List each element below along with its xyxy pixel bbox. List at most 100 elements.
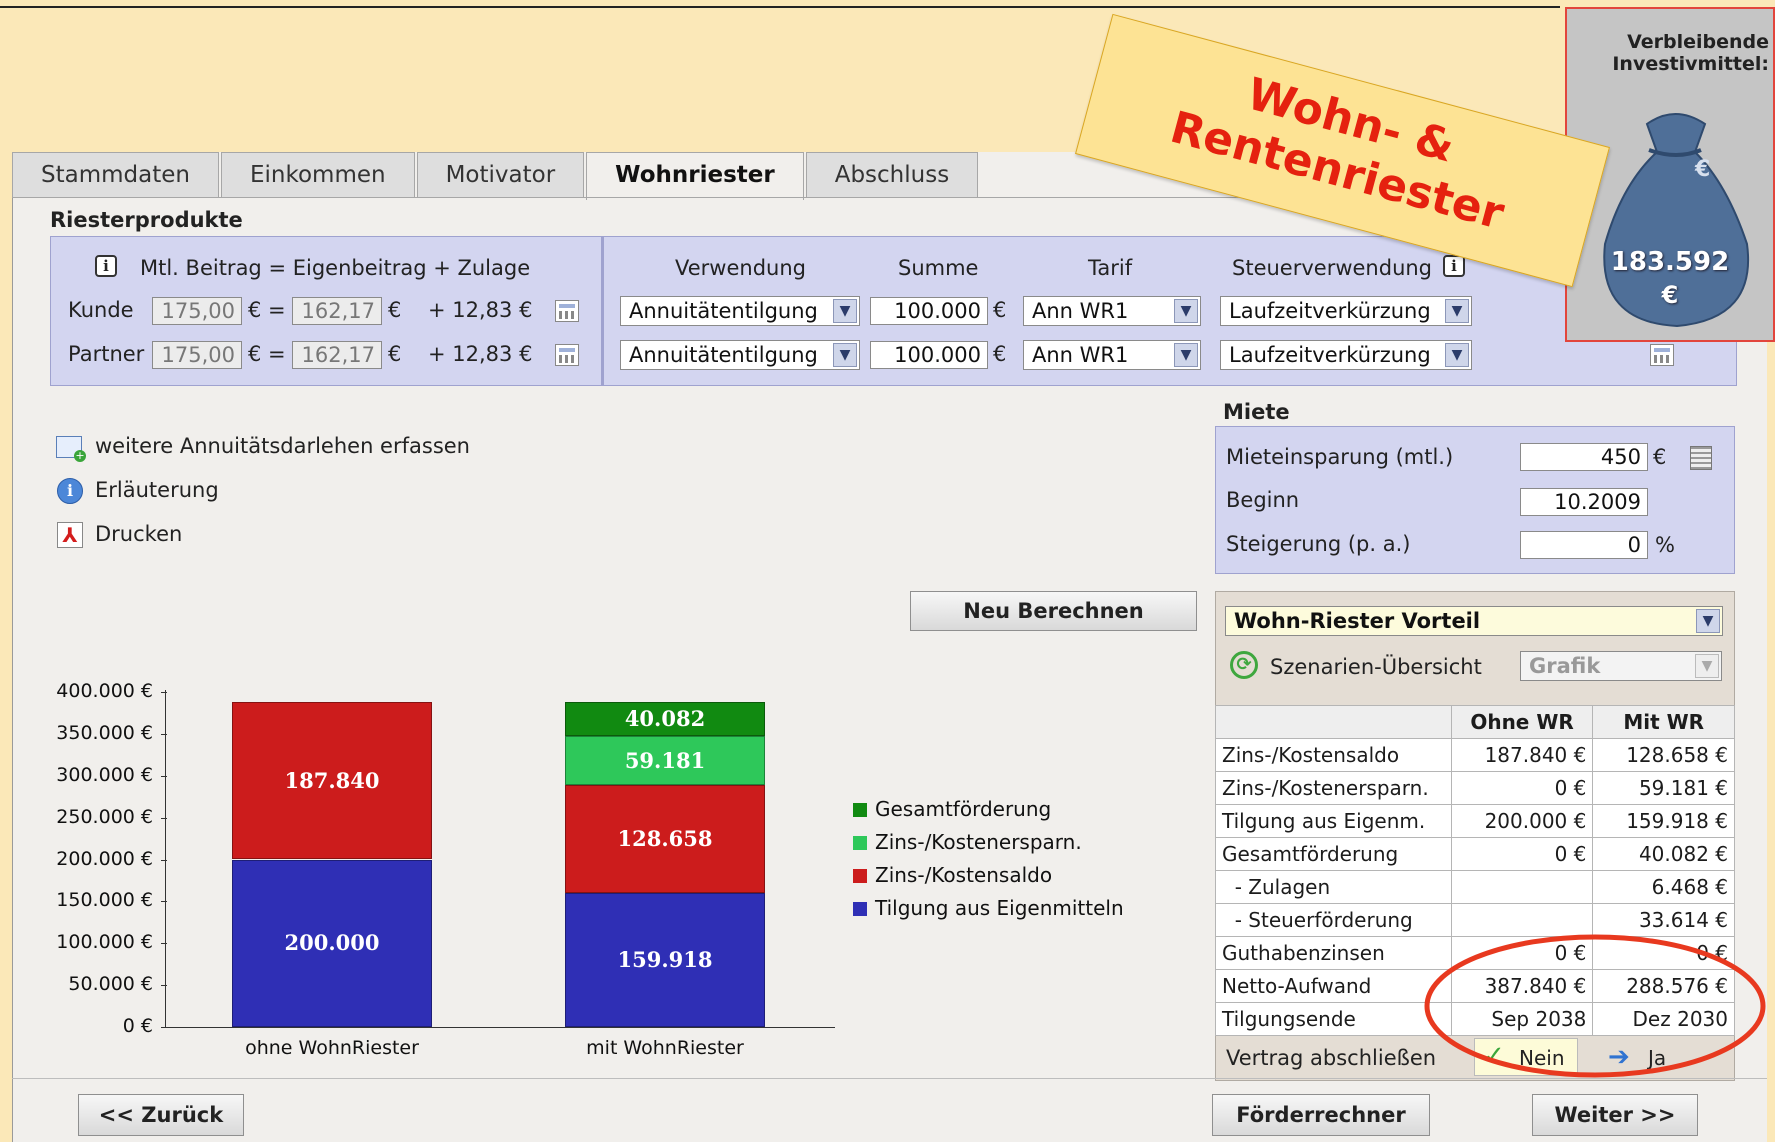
legend-label: Zins-/Kostensaldo bbox=[875, 863, 1053, 887]
calendar-icon[interactable] bbox=[555, 300, 579, 322]
tab-wohnriester[interactable]: Wohnriester bbox=[586, 152, 804, 200]
partner-eigen-field[interactable]: 162,17 bbox=[292, 341, 382, 369]
row-value-mit: 159.918 € bbox=[1592, 804, 1735, 838]
tarif-header: Tarif bbox=[1088, 256, 1133, 280]
verwendung-select[interactable]: Annuitätentilgung ▼ bbox=[620, 340, 860, 370]
y-tick-label: 200.000 € bbox=[56, 847, 153, 870]
legend-swatch bbox=[853, 869, 867, 883]
info-circle-icon[interactable]: i bbox=[57, 478, 83, 504]
legend-label: Zins-/Kostenersparn. bbox=[875, 830, 1082, 854]
eur-sign: € bbox=[388, 298, 402, 322]
recalculate-button[interactable]: Neu Berechnen bbox=[910, 591, 1197, 631]
tab-abschluss[interactable]: Abschluss bbox=[805, 152, 979, 197]
verwendung-select[interactable]: Annuitätentilgung ▼ bbox=[620, 296, 860, 326]
kunde-zulage: + 12,83 € bbox=[428, 298, 533, 322]
summe-header: Summe bbox=[898, 256, 979, 280]
summe-field[interactable]: 100.000 bbox=[870, 341, 988, 369]
foerderrechner-button[interactable]: Förderrechner bbox=[1212, 1094, 1430, 1136]
y-tick bbox=[161, 985, 167, 987]
tarif-select[interactable]: Ann WR1 ▼ bbox=[1023, 340, 1201, 370]
beginn-field[interactable]: 10.2009 bbox=[1520, 488, 1648, 516]
grafik-select[interactable]: Grafik ▼ bbox=[1520, 651, 1722, 681]
tarif-value: Ann WR1 bbox=[1032, 343, 1129, 367]
pdf-icon[interactable]: ⅄ bbox=[57, 522, 83, 548]
row-value-mit: 59.181 € bbox=[1592, 771, 1735, 805]
row-label: Guthabenzinsen bbox=[1215, 936, 1452, 970]
calendar-icon[interactable] bbox=[555, 344, 579, 366]
calculator-icon[interactable] bbox=[1690, 446, 1712, 470]
mieteinsparung-field[interactable]: 450 bbox=[1520, 443, 1648, 471]
kunde-beitrag-field[interactable]: 175,00 bbox=[152, 297, 242, 325]
row-value-mit: 40.082 € bbox=[1592, 837, 1735, 871]
add-loan-icon[interactable]: + bbox=[56, 436, 86, 462]
tab-motivator[interactable]: Motivator bbox=[416, 152, 585, 197]
kunde-eigen-field[interactable]: 162,17 bbox=[292, 297, 382, 325]
x-axis-line bbox=[165, 1027, 835, 1028]
partner-zulage: + 12,83 € bbox=[428, 342, 533, 366]
refresh-icon[interactable]: ⟳ bbox=[1230, 651, 1258, 679]
legend-label: Tilgung aus Eigenmitteln bbox=[875, 896, 1124, 920]
steigerung-label: Steigerung (p. a.) bbox=[1226, 532, 1411, 556]
vorteil-value: Wohn-Riester Vorteil bbox=[1234, 609, 1481, 633]
legend-item: Gesamtförderung bbox=[853, 797, 1051, 821]
y-tick-label: 100.000 € bbox=[56, 931, 153, 954]
calendar-icon[interactable] bbox=[1650, 344, 1674, 366]
investivmittel-unit: € bbox=[1661, 281, 1679, 309]
x-category-label: mit WohnRiester bbox=[586, 1037, 744, 1059]
investivmittel-title: Verbleibende Investivmittel: bbox=[1567, 31, 1773, 75]
back-button[interactable]: << Zurück bbox=[78, 1094, 244, 1136]
drucken-link[interactable]: Drucken bbox=[95, 522, 182, 546]
row-label: Zins-/Kostenersparn. bbox=[1215, 771, 1452, 805]
chart-area: 0 € 50.000 € 100.000 € 150.000 € 200.000 € 25… bbox=[0, 660, 1150, 1060]
verwendung-value: Annuitätentilgung bbox=[629, 343, 818, 367]
kunde-label: Kunde bbox=[68, 298, 134, 322]
y-tick bbox=[161, 692, 167, 693]
y-tick bbox=[161, 859, 167, 861]
info-icon[interactable]: i bbox=[95, 255, 117, 277]
y-tick bbox=[161, 1027, 167, 1028]
y-tick bbox=[161, 775, 167, 777]
chevron-down-icon: ▼ bbox=[1695, 654, 1719, 678]
investivmittel-title-line2: Investivmittel: bbox=[1612, 53, 1769, 75]
bar-value-label: 159.918 bbox=[617, 947, 713, 973]
row-label: Tilgung aus Eigenm. bbox=[1215, 804, 1452, 838]
add-loan-link[interactable]: weitere Annuitätsdarlehen erfassen bbox=[95, 434, 470, 458]
row-label: - Zulagen bbox=[1215, 870, 1452, 904]
legend-item: Tilgung aus Eigenmitteln bbox=[853, 896, 1124, 920]
steuer-header: Steuerverwendung bbox=[1232, 256, 1433, 280]
row-value-ohne: 200.000 € bbox=[1450, 804, 1594, 838]
legend-item: Zins-/Kostenersparn. bbox=[853, 830, 1082, 854]
table-header-row: Ohne WR Mit WR bbox=[1215, 705, 1735, 739]
y-tick bbox=[161, 733, 167, 735]
tarif-select[interactable]: Ann WR1 ▼ bbox=[1023, 296, 1201, 326]
info-icon[interactable]: i bbox=[1443, 255, 1465, 277]
erlaeuterung-link[interactable]: Erläuterung bbox=[95, 478, 219, 502]
table-header-cell: Ohne WR bbox=[1450, 705, 1594, 739]
row-label: Netto-Aufwand bbox=[1215, 969, 1452, 1003]
verwendung-header: Verwendung bbox=[675, 256, 806, 280]
steuer-select[interactable]: Laufzeitverkürzung ▼ bbox=[1220, 340, 1472, 370]
tab-stammdaten[interactable]: Stammdaten bbox=[12, 152, 219, 197]
vorteil-select[interactable]: Wohn-Riester Vorteil ▼ bbox=[1225, 606, 1723, 636]
beginn-label: Beginn bbox=[1226, 488, 1300, 512]
eur-sign: € bbox=[993, 298, 1007, 322]
partner-beitrag-field[interactable]: 175,00 bbox=[152, 341, 242, 369]
row-value-mit: 6.468 € bbox=[1592, 870, 1735, 904]
row-value-ohne: 0 € bbox=[1450, 837, 1594, 871]
tab-einkommen[interactable]: Einkommen bbox=[220, 152, 415, 197]
top-divider bbox=[0, 6, 1560, 8]
row-value-ohne: 187.840 € bbox=[1450, 738, 1594, 772]
chevron-down-icon: ▼ bbox=[1174, 343, 1198, 367]
legend-item: Zins-/Kostensaldo bbox=[853, 863, 1052, 887]
steuer-value: Laufzeitverkürzung bbox=[1229, 299, 1431, 323]
row-label: - Steuerförderung bbox=[1215, 903, 1452, 937]
chevron-down-icon: ▼ bbox=[1174, 299, 1198, 323]
x-category-label: ohne WohnRiester bbox=[245, 1037, 419, 1059]
percent-sign: % bbox=[1655, 533, 1675, 557]
next-button[interactable]: Weiter >> bbox=[1532, 1094, 1698, 1136]
chevron-down-icon: ▼ bbox=[833, 299, 857, 323]
summe-field[interactable]: 100.000 bbox=[870, 297, 988, 325]
steigerung-field[interactable]: 0 bbox=[1520, 531, 1648, 559]
eur-sign: € bbox=[388, 342, 402, 366]
steuer-select[interactable]: Laufzeitverkürzung ▼ bbox=[1220, 296, 1472, 326]
